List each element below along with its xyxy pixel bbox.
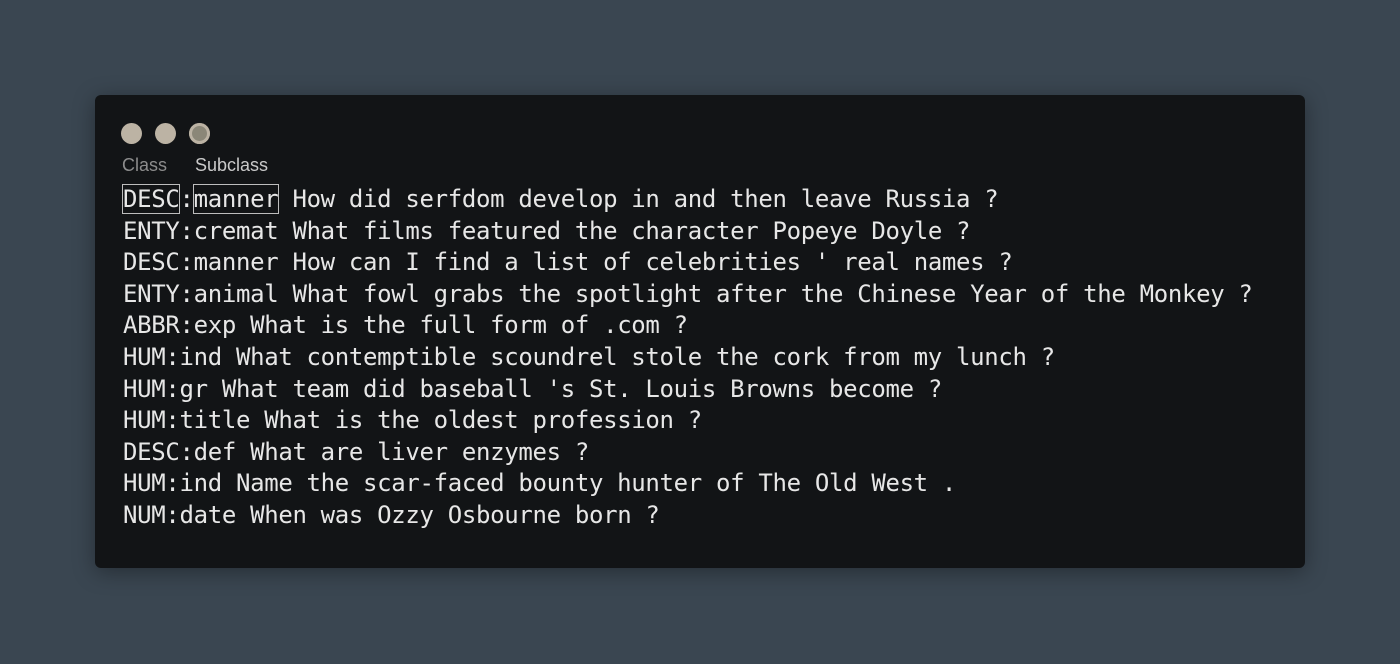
minimize-button[interactable]	[155, 123, 176, 144]
class-token: ENTY	[123, 216, 180, 245]
subclass-token: title	[179, 406, 251, 435]
subclass-token: date	[179, 500, 236, 529]
subclass-token: exp	[193, 311, 237, 340]
output-line: ABBR:exp What is the full form of .com ?	[123, 311, 688, 340]
terminal-output: DESC:manner How did serfdom develop in a…	[121, 184, 1253, 532]
question-text: What is the oldest profession ?	[250, 406, 702, 435]
window-controls	[121, 123, 210, 144]
question-text: What contemptible scoundrel stole the co…	[221, 342, 1055, 371]
output-line: HUM:ind Name the scar-faced bounty hunte…	[123, 469, 957, 498]
output-line: HUM:ind What contemptible scoundrel stol…	[123, 342, 1055, 371]
class-token: ENTY	[123, 279, 180, 308]
subclass-token: ind	[179, 342, 222, 371]
question-text: How did serfdom develop in and then leav…	[278, 185, 999, 213]
question-text: Name the scar-faced bounty hunter of The…	[221, 469, 957, 498]
class-legend-label: Class	[122, 155, 168, 175]
class-token: DESC	[123, 437, 180, 466]
output-line: DESC:manner How did serfdom develop in a…	[121, 184, 999, 214]
output-line: DESC:def What are liver enzymes ?	[123, 437, 589, 466]
class-token: HUM	[123, 374, 166, 403]
subclass-token: gr	[179, 374, 208, 403]
question-text: What fowl grabs the spotlight after the …	[278, 279, 1253, 308]
class-token: NUM	[123, 500, 166, 529]
subclass-token: cremat	[193, 216, 279, 245]
question-text: What is the full form of .com ?	[235, 311, 688, 340]
class-token: HUM	[123, 469, 166, 498]
question-text: How can I find a list of celebrities ' r…	[278, 248, 1013, 277]
question-text: What films featured the character Popeye…	[278, 216, 971, 245]
subclass-token: animal	[193, 279, 279, 308]
question-text: What team did baseball 's St. Louis Brow…	[207, 374, 942, 403]
subclass-token: ind	[179, 469, 222, 498]
subclass-legend-label: Subclass	[195, 155, 269, 175]
output-line: ENTY:animal What fowl grabs the spotligh…	[123, 279, 1253, 308]
terminal-window: Class Subclass DESC:manner How did serfd…	[95, 95, 1305, 568]
maximize-button[interactable]	[189, 123, 210, 144]
question-text: What are liver enzymes ?	[235, 437, 589, 466]
subclass-token: def	[193, 437, 237, 466]
output-line: NUM:date When was Ozzy Osbourne born ?	[123, 500, 660, 529]
output-line: HUM:gr What team did baseball 's St. Lou…	[123, 374, 942, 403]
output-line: DESC:manner How can I find a list of cel…	[123, 248, 1013, 277]
class-token: ABBR	[123, 311, 180, 340]
close-button[interactable]	[121, 123, 142, 144]
class-token: HUM	[123, 342, 166, 371]
class-token: DESC	[121, 184, 181, 214]
output-line: HUM:title What is the oldest profession …	[123, 406, 702, 435]
question-text: When was Ozzy Osbourne born ?	[235, 500, 660, 529]
subclass-token: manner	[192, 184, 280, 214]
class-token: DESC	[123, 248, 180, 277]
output-line: ENTY:cremat What films featured the char…	[123, 216, 971, 245]
subclass-token: manner	[193, 248, 279, 277]
class-token: HUM	[123, 406, 166, 435]
